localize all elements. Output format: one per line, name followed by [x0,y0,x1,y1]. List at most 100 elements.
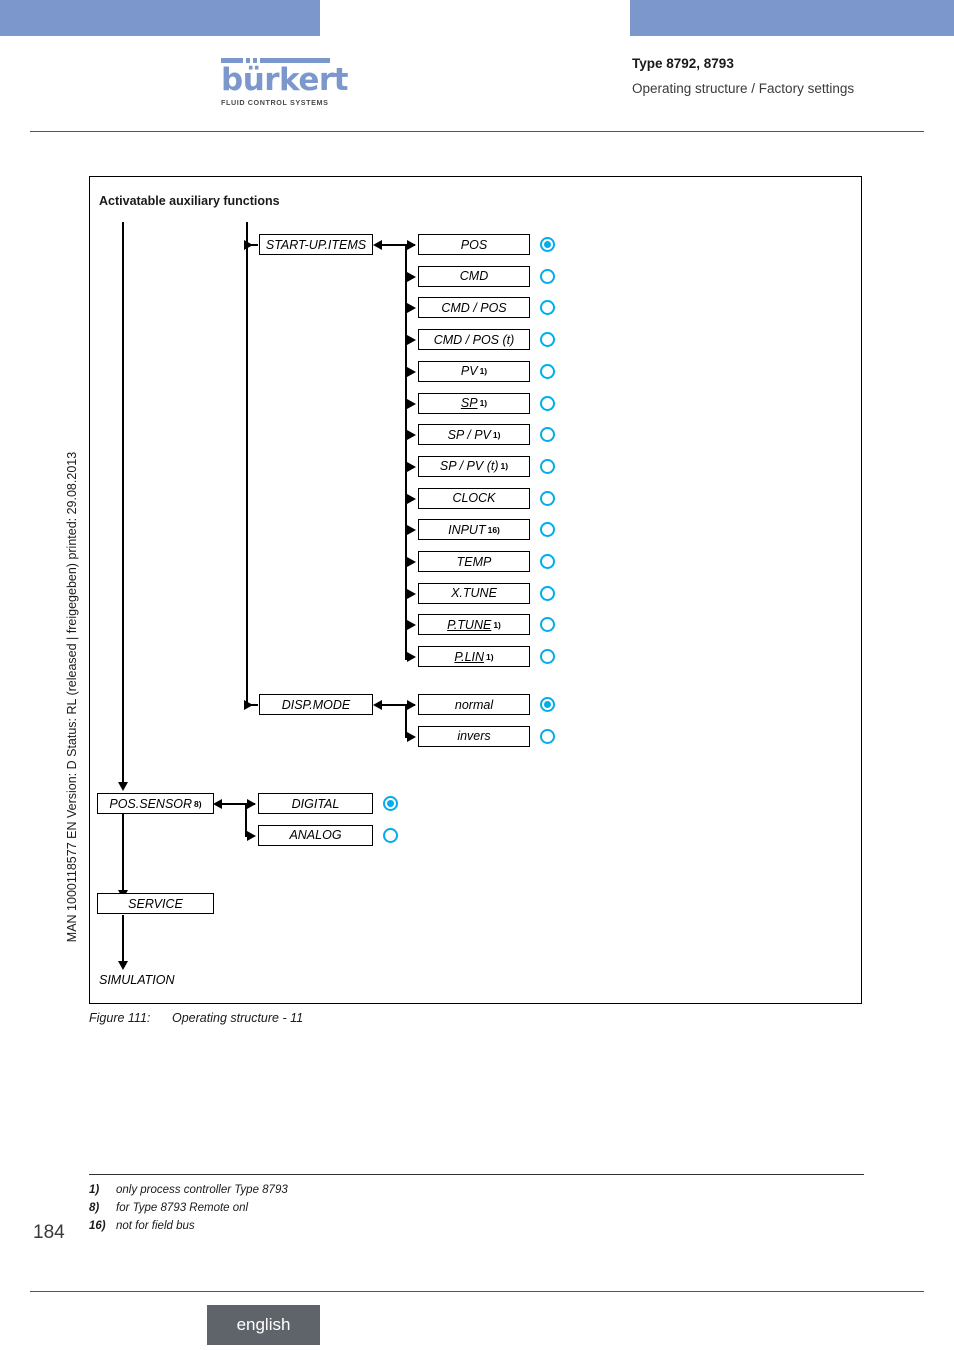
option-arrow [407,398,416,409]
option-footnote-marker: 1) [500,461,509,472]
option-arrow [407,700,416,710]
option-label: SP / PV [447,427,491,442]
radio-selected[interactable] [383,796,398,811]
option-node[interactable]: invers [418,725,530,747]
radio-unselected[interactable] [383,827,398,843]
option-node[interactable]: CMD / POS [418,297,530,319]
node-label: START-UP.ITEMS [265,237,367,252]
option-label: CLOCK [452,491,496,506]
option-arrow [407,366,416,377]
option-footnote-marker: 1) [479,398,488,408]
arrow-back-dispmode [373,700,382,710]
menu-node-service[interactable]: SERVICE [97,893,214,914]
option-node[interactable]: INPUT 16) [418,519,530,541]
option-node[interactable]: CMD [418,265,530,287]
footnote-text: for Type 8793 Remote onl [116,1202,249,1214]
option-node[interactable]: SP 1) [418,392,530,414]
menu-node-pos-sensor[interactable]: POS.SENSOR 8) [97,793,214,814]
option-node[interactable]: ANALOG [258,824,373,846]
option-node[interactable]: CMD / POS (t) [418,329,530,351]
option-node[interactable]: SP / PV (t) 1) [418,455,530,477]
option-arrow [407,588,416,599]
page-title: Type 8792, 8793 [632,56,734,71]
radio-unselected[interactable] [540,395,555,411]
footnote-item: 16) not for field bus [89,1217,288,1235]
radio-unselected[interactable] [540,332,555,348]
option-arrow [407,335,416,346]
option-node[interactable]: POS [418,234,530,255]
footer-divider [30,1291,924,1292]
option-arrow [407,303,416,314]
option-label: CMD [459,269,489,284]
radio-selected[interactable] [540,237,555,252]
option-label: P.LIN [454,649,485,664]
footnote-text: not for field bus [116,1220,195,1232]
option-arrow [407,430,416,441]
footnote-key: 16) [89,1220,106,1232]
option-label: invers [457,729,491,744]
option-node[interactable]: P.LIN 1) [418,646,530,668]
footnote-key: 8) [89,1202,100,1214]
option-label: ANALOG [289,828,342,843]
option-label: POS [460,237,488,252]
option-node[interactable]: SP / PV 1) [418,424,530,446]
footnote-item: 8) for Type 8793 Remote onl [89,1199,288,1217]
radio-unselected[interactable] [540,554,555,569]
language-tab[interactable]: english [207,1305,320,1345]
page-number: 184 [33,1222,65,1243]
radio-unselected[interactable] [540,490,555,506]
radio-unselected[interactable] [540,363,555,379]
option-arrow [407,731,416,742]
option-arrow [407,525,416,536]
option-arrow [407,240,416,250]
option-label: normal [454,697,494,712]
document-metadata-sidebar: MAN 1000118577 EN Version: D Status: RL … [65,451,79,943]
figure-heading: Activatable auxiliary functions [99,194,280,208]
radio-unselected[interactable] [540,268,555,284]
option-node[interactable]: P.TUNE 1) [418,614,530,636]
figure-caption-number: Figure 111: [89,1011,151,1025]
header-bar-left [0,0,320,36]
radio-unselected[interactable] [540,458,555,474]
trunk-line-service [122,812,124,896]
option-arrow [247,799,256,809]
option-label: SP / PV (t) [439,459,499,474]
header-divider [30,131,924,132]
footnote-item: 1) only process controller Type 8793 [89,1181,288,1199]
arrow-startup-items [244,240,253,250]
radio-unselected[interactable] [540,728,555,744]
option-node[interactable]: PV 1) [418,360,530,382]
option-label: TEMP [456,554,492,569]
trunk-arrow-pos-sensor [118,782,128,791]
option-label: P.TUNE [447,617,492,632]
option-arrow [407,652,416,663]
radio-selected[interactable] [540,697,555,712]
footnote-key: 1) [89,1184,100,1196]
burkert-logo: bürkert FLUID CONTROL SYSTEMS [221,56,348,107]
menu-node-start-up-items[interactable]: START-UP.ITEMS [259,234,373,255]
arrow-back-startup [373,240,382,250]
option-footnote-marker: 1) [486,651,494,662]
option-arrow [407,620,416,631]
option-arrow [407,271,416,282]
option-arrow [407,493,416,504]
option-node[interactable]: CLOCK [418,487,530,509]
node-label: SERVICE [128,896,183,911]
trunk-line-simulation [122,915,124,967]
option-arrow [407,557,416,567]
option-node[interactable]: DIGITAL [258,793,373,814]
option-arrow [407,461,416,472]
figure-caption: Figure 111: Operating structure - 11 [89,1011,303,1025]
radio-unselected[interactable] [540,649,555,665]
option-node[interactable]: normal [418,694,530,715]
menu-node-disp-mode[interactable]: DISP.MODE [259,694,373,715]
radio-unselected[interactable] [540,585,555,601]
option-footnote-marker: 1) [479,366,488,377]
option-label: CMD / POS [441,300,507,315]
logo-wordmark: bürkert [221,62,348,98]
option-footnote-marker: 16) [487,524,500,535]
option-node[interactable]: TEMP [418,551,530,572]
option-node[interactable]: X.TUNE [418,582,530,604]
menu-node-simulation[interactable]: SIMULATION [99,973,174,987]
option-label: INPUT [448,522,486,537]
